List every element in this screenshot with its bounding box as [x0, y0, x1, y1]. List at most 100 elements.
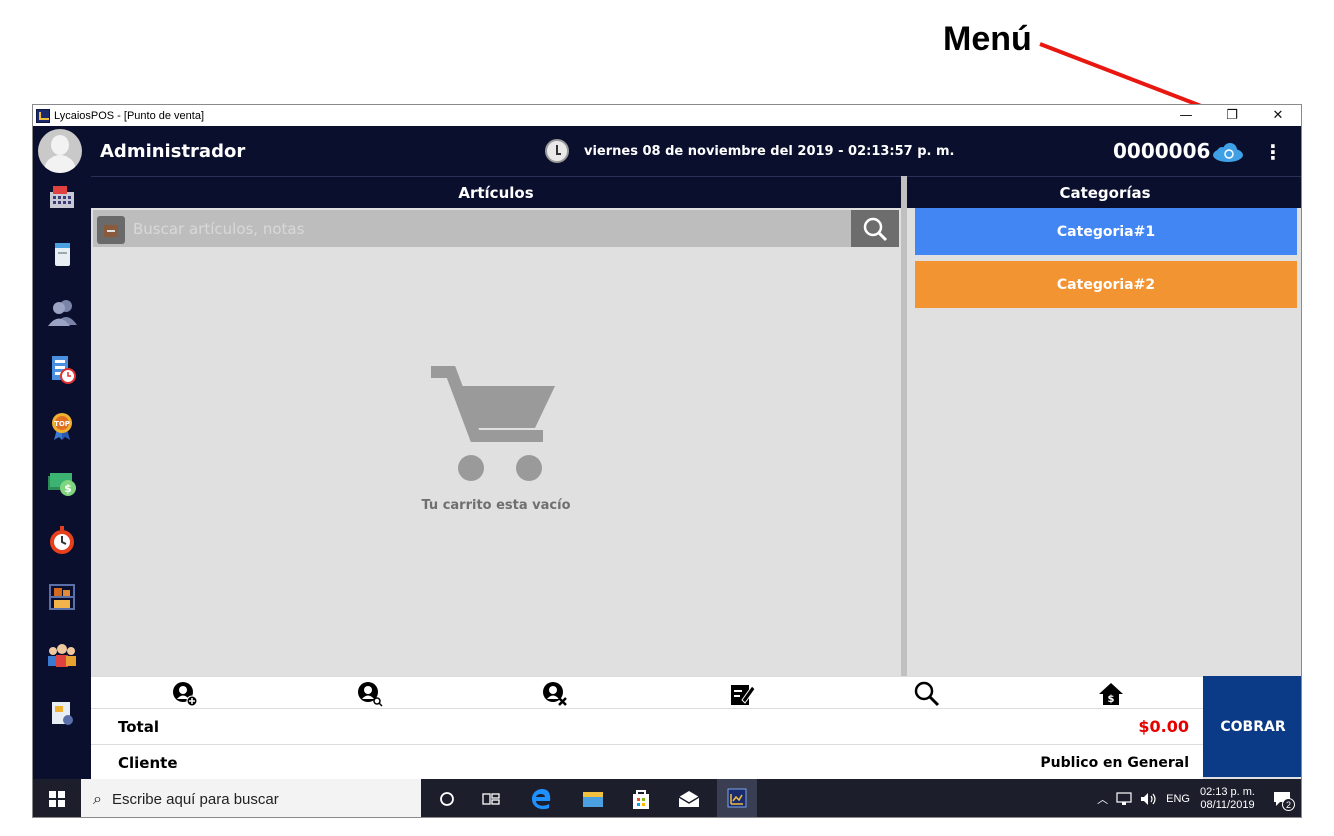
search-icon [914, 681, 940, 707]
notification-count: 2 [1282, 798, 1295, 811]
app-window: LycaiosPOS - [Punto de venta] — ❐ ✕ Admi… [32, 104, 1302, 818]
task-view-button[interactable] [477, 785, 505, 813]
total-value: $0.00 [1138, 717, 1189, 736]
remove-client-button[interactable] [541, 680, 569, 708]
top-badge-icon: TOP [52, 413, 72, 440]
cash-register-icon [50, 186, 74, 208]
warehouse-shelf-icon [49, 584, 75, 610]
employees-icon [48, 644, 76, 667]
minimize-button[interactable]: — [1163, 105, 1209, 126]
search-client-button[interactable] [356, 680, 384, 708]
page: Menú LycaiosPOS - [Punto de venta] — ❐ ✕… [0, 0, 1334, 836]
window-controls: — ❐ ✕ [1163, 105, 1301, 126]
tray-chevron-icon[interactable]: ︿ [1097, 791, 1108, 807]
top-header: Administrador viernes 08 de noviembre de… [33, 126, 1301, 176]
total-label: Total [118, 718, 159, 736]
edge-button[interactable] [527, 785, 555, 813]
lycaiospos-taskbar-button[interactable] [717, 779, 757, 817]
volume-icon[interactable] [1140, 792, 1158, 806]
archive-box-icon[interactable] [97, 216, 125, 244]
sidebar-item-sales-register[interactable] [43, 180, 81, 218]
search-icon: ⌕ [93, 789, 102, 808]
folder-icon [583, 792, 603, 807]
taskbar-date: 08/11/2019 [1200, 799, 1255, 811]
sale-summary: Total $0.00 Cliente Publico en General [91, 709, 1203, 781]
user-remove-icon [543, 682, 567, 706]
app-logo-icon [727, 788, 747, 808]
taskbar-time: 02:13 p. m. [1199, 786, 1255, 798]
client-label: Cliente [118, 754, 178, 772]
app-logo-icon [36, 108, 50, 123]
notepad-icon [55, 243, 70, 266]
users-icon [48, 300, 77, 326]
article-search-input[interactable] [133, 217, 833, 241]
categories-header: Categorías [907, 176, 1301, 208]
sidebar-item-settings[interactable] [43, 694, 81, 732]
edit-note-icon [731, 685, 755, 705]
search-button[interactable] [913, 680, 941, 708]
taskbar-search-text: Escribe aquí para buscar [111, 790, 279, 808]
datetime-display: viernes 08 de noviembre del 2019 - 02:13… [584, 144, 955, 159]
taskbar-search[interactable]: ⌕ Escribe aquí para buscar [81, 779, 421, 817]
mail-button[interactable] [675, 785, 703, 813]
money-icon: $ [48, 473, 76, 496]
article-search-button[interactable] [851, 210, 899, 247]
start-button[interactable] [33, 779, 81, 817]
sidebar-item-money[interactable]: $ [43, 464, 81, 502]
cloud-sync-icon[interactable] [1211, 142, 1245, 162]
category-button-1[interactable]: Categoria#1 [915, 208, 1297, 255]
svg-text:$: $ [64, 482, 72, 495]
user-add-icon [173, 682, 198, 707]
sidebar-item-employees[interactable] [43, 636, 81, 674]
charge-button[interactable]: COBRAR [1203, 676, 1301, 777]
stopwatch-icon [50, 526, 74, 554]
input-language[interactable]: ENG [1166, 793, 1190, 805]
action-toolbar: $ [91, 676, 1203, 709]
empty-cart-text: Tu carrito esta vacío [421, 498, 571, 513]
house-dollar-icon: $ [1099, 683, 1123, 705]
windows-logo-icon [49, 791, 65, 807]
empty-cart-icon [431, 366, 555, 481]
ticket-folio: 0000006 [1113, 139, 1211, 163]
user-search-icon [358, 682, 383, 707]
document-settings-icon [52, 702, 73, 725]
sidebar-item-reports[interactable] [43, 350, 81, 388]
store-button[interactable] [627, 785, 655, 813]
svg-text:$: $ [1108, 694, 1115, 705]
sidebar-item-inventory[interactable] [43, 578, 81, 616]
task-view-icon [482, 793, 500, 805]
clock-icon [545, 139, 569, 163]
sidebar-item-timer[interactable] [43, 521, 81, 559]
total-row: Total $0.00 [91, 709, 1203, 745]
taskbar-clock[interactable]: 02:13 p. m. 08/11/2019 [1200, 786, 1255, 812]
cortana-icon [440, 792, 454, 806]
sidebar: TOP $ [33, 176, 91, 779]
title-bar: LycaiosPOS - [Punto de venta] — ❐ ✕ [33, 105, 1301, 126]
search-icon [863, 217, 888, 241]
cortana-button[interactable] [433, 785, 461, 813]
category-button-2[interactable]: Categoria#2 [915, 261, 1297, 308]
action-center-button[interactable]: 2 [1267, 779, 1297, 817]
store-bag-icon [633, 790, 649, 809]
sidebar-item-clients[interactable] [43, 293, 81, 331]
mail-icon [678, 791, 700, 807]
report-clock-icon [52, 356, 76, 384]
avatar[interactable] [38, 129, 82, 173]
articles-header: Artículos [91, 176, 901, 208]
maximize-button[interactable]: ❐ [1209, 105, 1255, 126]
close-button[interactable]: ✕ [1255, 105, 1301, 126]
sidebar-item-top[interactable]: TOP [43, 407, 81, 445]
file-explorer-button[interactable] [579, 785, 607, 813]
sidebar-item-notes[interactable] [43, 236, 81, 274]
edit-note-button[interactable] [728, 680, 756, 708]
network-icon[interactable] [1116, 792, 1134, 806]
menu-button[interactable]: ⋮ [1263, 140, 1283, 164]
add-client-button[interactable] [171, 680, 199, 708]
window-title: LycaiosPOS - [Punto de venta] [54, 109, 205, 122]
client-row: Cliente Publico en General [91, 745, 1203, 781]
svg-text:TOP: TOP [54, 420, 70, 428]
system-tray: ︿ ENG 02:13 p. m. 08/11/2019 2 [1097, 779, 1301, 817]
article-search-bar [93, 210, 899, 247]
client-value: Publico en General [1040, 755, 1189, 771]
home-price-button[interactable]: $ [1097, 680, 1125, 708]
